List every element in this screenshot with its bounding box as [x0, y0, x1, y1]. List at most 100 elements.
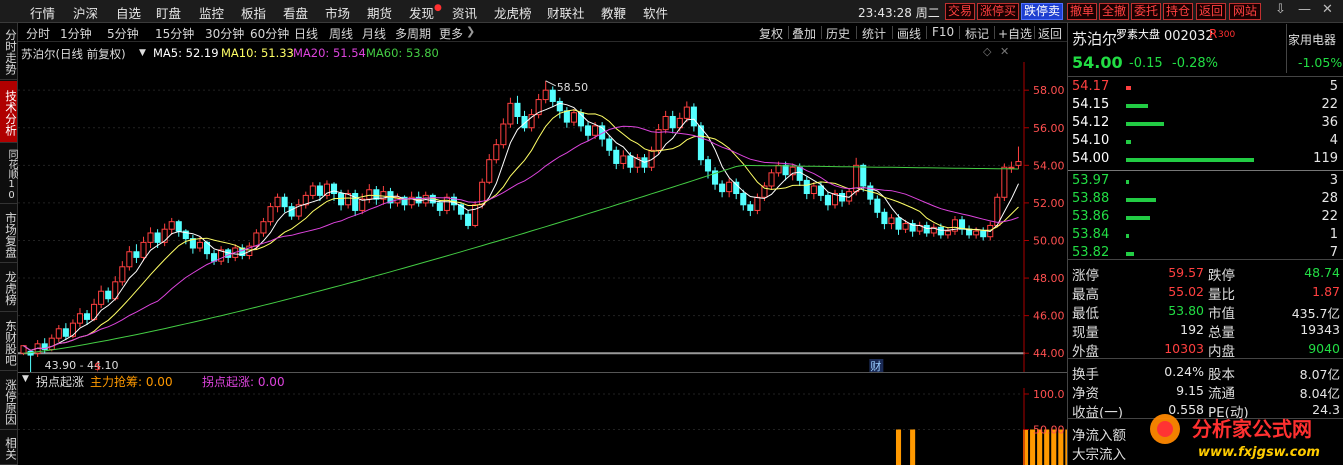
settings-diamond-icon[interactable]: ◇: [983, 45, 991, 58]
period-daily[interactable]: 日线: [294, 25, 318, 42]
period-60min[interactable]: 60分钟: [250, 25, 289, 42]
position-button[interactable]: 持仓: [1163, 3, 1193, 20]
candle-body: [860, 164, 867, 187]
y-tick-label: 54.00: [1033, 159, 1065, 172]
cancel-order-button[interactable]: 撤单: [1067, 3, 1097, 20]
candle-body: [662, 115, 669, 131]
period-monthly[interactable]: 月线: [362, 25, 386, 42]
candle: [754, 193, 761, 215]
menu-monitor[interactable]: 监控: [199, 3, 224, 22]
tool-add-watch[interactable]: +自选: [998, 25, 1032, 42]
side-tab-limit-reason[interactable]: 涨停原因: [0, 372, 18, 430]
candle: [881, 208, 888, 230]
close-icon[interactable]: ✕: [1000, 45, 1009, 58]
menu-watchlist[interactable]: 自选: [116, 3, 141, 22]
period-weekly[interactable]: 周线: [329, 25, 353, 42]
chevron-right-icon[interactable]: ❯: [466, 25, 475, 38]
bid-level[interactable]: 53.88 28: [1068, 191, 1343, 209]
period-multi[interactable]: 多周期: [395, 25, 431, 42]
candle: [874, 195, 881, 218]
indicator-toggle-icon[interactable]: ▼: [22, 374, 29, 384]
period-15min[interactable]: 15分钟: [155, 25, 194, 42]
stat-value: 59.57: [1168, 265, 1204, 280]
trade-button[interactable]: 交易: [945, 3, 975, 20]
menu-discover[interactable]: 发现: [409, 3, 434, 22]
side-tab-technical[interactable]: 技术分析: [0, 81, 18, 143]
candle: [768, 169, 775, 190]
candle: [309, 182, 316, 200]
ask-level[interactable]: 54.10 4: [1068, 133, 1343, 151]
ask-level[interactable]: 54.00 119: [1068, 151, 1343, 169]
industry-name[interactable]: 家用电器: [1288, 31, 1336, 48]
menu-watch-board[interactable]: 盯盘: [156, 3, 181, 22]
tool-adjust[interactable]: 复权: [759, 25, 783, 42]
indicator-chart[interactable]: 100.0 50.00: [18, 388, 1067, 465]
tool-stats[interactable]: 统计: [862, 25, 886, 42]
side-tab-related[interactable]: 相关: [0, 431, 18, 465]
period-1min[interactable]: 1分钟: [60, 25, 92, 42]
ask-level[interactable]: 54.17 5: [1068, 79, 1343, 97]
volume-bar: [1126, 180, 1130, 184]
tool-draw[interactable]: 画线: [897, 25, 921, 42]
menu-shanghai-shenzhen[interactable]: 沪深: [73, 3, 98, 22]
minimize-icon[interactable]: —: [1298, 2, 1311, 17]
menu-futures[interactable]: 期货: [367, 3, 392, 22]
menu-news[interactable]: 资讯: [452, 3, 477, 22]
volume-bar: [1126, 198, 1157, 202]
side-tab-guba[interactable]: 东财股吧: [0, 313, 18, 371]
limit-up-buy-button[interactable]: 涨停买: [977, 3, 1019, 20]
website-button[interactable]: 网站: [1229, 3, 1261, 20]
period-more[interactable]: 更多: [439, 25, 463, 42]
back-button[interactable]: 返回: [1196, 3, 1226, 20]
period-timeshare[interactable]: 分时: [26, 25, 50, 42]
tool-mark[interactable]: 标记: [965, 25, 989, 42]
candlestick-chart[interactable]: 58.00 56.00 54.00 52.00 50.00 48.00 46.00 44.00…: [18, 62, 1067, 372]
menu-dragon-tiger[interactable]: 龙虎榜: [494, 3, 532, 22]
side-tab-dragon-tiger[interactable]: 龙虎榜: [0, 264, 18, 312]
ask-level[interactable]: 54.12 36: [1068, 115, 1343, 133]
finance-marker[interactable]: 财: [870, 359, 881, 372]
divider: [821, 26, 822, 39]
side-tab-timeshare[interactable]: 分时走势: [0, 23, 18, 80]
menu-sector-index[interactable]: 板指: [241, 3, 266, 22]
tool-back[interactable]: 返回: [1038, 25, 1062, 42]
candle: [401, 195, 408, 211]
close-icon[interactable]: ✕: [1322, 2, 1333, 17]
side-tab-review[interactable]: 市场复盘: [0, 205, 18, 263]
stat-value: 9.15: [1176, 383, 1204, 398]
period-5min[interactable]: 5分钟: [107, 25, 139, 42]
cancel-all-button[interactable]: 全撤: [1099, 3, 1129, 20]
minimize-tray-icon[interactable]: ⇩: [1275, 2, 1286, 17]
low-range-label: 43.90 - 44.10: [45, 359, 119, 372]
dividend-marker[interactable]: $: [94, 360, 101, 372]
price-change-pct: -0.28%: [1172, 56, 1218, 71]
dropdown-icon[interactable]: ▼: [139, 48, 146, 58]
limit-down-sell-button[interactable]: 跌停卖: [1021, 3, 1063, 20]
tool-overlay[interactable]: 叠加: [792, 25, 816, 42]
menu-software[interactable]: 软件: [643, 3, 668, 22]
candle-body: [549, 89, 556, 102]
candle-body: [613, 149, 620, 164]
side-tab-ths10[interactable]: 同花顺10: [0, 144, 17, 204]
bid-level[interactable]: 53.84 1: [1068, 227, 1343, 245]
stat-label: 流通: [1208, 386, 1235, 402]
menu-jiaobian[interactable]: 教鞭: [601, 3, 626, 22]
bid-level[interactable]: 53.97 3: [1068, 173, 1343, 191]
price-axis: 58.00 56.00 54.00 52.00 50.00 48.00 46.00 44.00: [1023, 62, 1065, 372]
ask-level[interactable]: 54.15 22: [1068, 97, 1343, 115]
quote-panel: 苏泊尔 罗素大盘 002032 R 300 家用电器 -1.05% 54.00 …: [1067, 23, 1343, 465]
menu-cls[interactable]: 财联社: [547, 3, 585, 22]
indicator-tick-label: 100.0: [1033, 388, 1065, 401]
menu-market[interactable]: 市场: [325, 3, 350, 22]
menu-quotes[interactable]: 行情: [30, 3, 55, 22]
stat-value: 48.74: [1304, 265, 1340, 280]
menu-market-view[interactable]: 看盘: [283, 3, 308, 22]
bid-level[interactable]: 53.86 22: [1068, 209, 1343, 227]
bid-level[interactable]: 53.82 7: [1068, 245, 1343, 263]
candle-body: [810, 185, 817, 195]
entrust-button[interactable]: 委托: [1131, 3, 1161, 20]
period-30min[interactable]: 30分钟: [205, 25, 244, 42]
y-tick-label: 44.00: [1033, 347, 1065, 360]
tool-history[interactable]: 历史: [826, 25, 850, 42]
tool-f10[interactable]: F10: [932, 25, 954, 39]
